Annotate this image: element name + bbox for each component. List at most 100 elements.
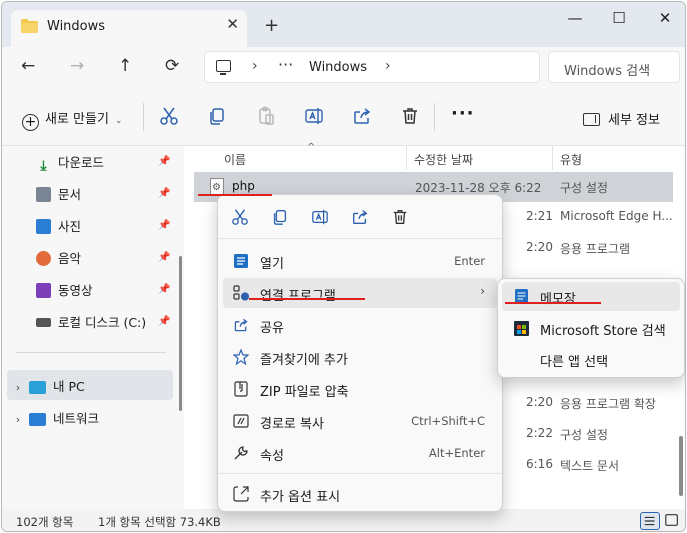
forward-button[interactable]: → — [70, 56, 84, 76]
details-view-button[interactable] — [640, 512, 660, 530]
up-button[interactable]: ↑ — [118, 56, 132, 76]
breadcrumb-windows[interactable]: Windows — [309, 60, 367, 75]
chevron-down-icon: ⌄ — [114, 116, 123, 126]
sidebar-item-label: 다운로드 — [58, 155, 105, 170]
sort-ascending-icon: ^ — [307, 142, 316, 153]
breadcrumb-more-button[interactable]: ··· — [278, 55, 293, 74]
menu-item-label: 열기 — [260, 257, 284, 272]
menu-item-shortcut: Enter — [454, 254, 485, 268]
tiles-view-button[interactable] — [663, 512, 683, 530]
search-input[interactable]: Windows 검색 — [564, 60, 650, 79]
sidebar-item-music[interactable]: 음악 — [36, 248, 81, 272]
column-header-date[interactable]: 수정한 날짜 — [414, 151, 473, 168]
back-button[interactable]: ← — [21, 56, 35, 76]
more-options-button[interactable]: ··· — [451, 103, 475, 124]
maximize-button[interactable]: ☐ — [604, 9, 634, 27]
network-icon — [29, 413, 46, 426]
sidebar-item-downloads[interactable]: ⤓ 다운로드 — [36, 152, 104, 176]
annotation-underline — [249, 298, 365, 300]
document-icon — [36, 187, 51, 202]
column-header-type[interactable]: 유형 — [560, 151, 582, 168]
menu-item-properties[interactable]: 속성 Alt+Enter — [223, 438, 497, 468]
delete-icon[interactable] — [391, 208, 409, 226]
submenu-item-store-search[interactable]: Microsoft Store 검색 — [502, 314, 680, 343]
sidebar-item-videos[interactable]: 동영상 — [36, 280, 93, 304]
rename-icon[interactable] — [304, 106, 324, 126]
cut-icon[interactable] — [159, 106, 179, 126]
share-icon[interactable] — [352, 106, 372, 126]
command-bar: + 새로 만들기 ⌄ ··· 세부 정보 — [2, 89, 685, 146]
sidebar-item-this-pc[interactable]: › 내 PC — [7, 370, 173, 400]
menu-item-add-favorites[interactable]: 즐겨찾기에 추가 — [223, 342, 497, 372]
pc-icon — [216, 60, 231, 75]
menu-item-open-with[interactable]: 연결 프로그램 › — [223, 278, 497, 308]
download-icon: ⤓ — [40, 158, 47, 174]
sidebar-item-label: 로컬 디스크 (C:) — [58, 315, 147, 330]
chevron-right-icon[interactable]: › — [7, 413, 29, 426]
sidebar-item-local-disk[interactable]: 로컬 디스크 (C:) — [36, 312, 146, 336]
menu-item-show-more-options[interactable]: 추가 옵션 표시 — [223, 479, 497, 509]
share-icon[interactable] — [351, 208, 369, 226]
sidebar-item-documents[interactable]: 문서 — [36, 184, 81, 208]
address-bar[interactable]: › ··· Windows › — [204, 51, 540, 83]
zip-icon — [233, 381, 249, 397]
breadcrumb-chevron-icon[interactable]: › — [385, 58, 391, 74]
file-type: 응용 프로그램 확장 — [560, 397, 656, 411]
menu-item-label: 즐겨찾기에 추가 — [260, 353, 348, 368]
properties-icon — [233, 445, 249, 461]
tab-close-icon[interactable]: ✕ — [226, 15, 239, 33]
search-box[interactable]: Windows 검색 — [548, 51, 680, 83]
file-list-scrollbar[interactable] — [679, 436, 683, 496]
submenu-item-label: 다른 앱 선택 — [540, 355, 609, 370]
details-pane-icon — [583, 113, 600, 126]
menu-item-share[interactable]: 공유 — [223, 310, 497, 340]
sidebar-item-label: 네트워크 — [53, 411, 100, 426]
submenu-item-notepad[interactable]: 메모장 — [502, 282, 680, 311]
cut-icon[interactable] — [231, 208, 249, 226]
sidebar-item-label: 문서 — [58, 187, 82, 202]
sidebar-item-label: 동영상 — [58, 283, 93, 298]
sidebar-item-network[interactable]: › 네트워크 — [7, 408, 99, 432]
details-pane-button[interactable]: 세부 정보 — [583, 109, 660, 128]
pc-icon — [29, 381, 46, 394]
sidebar-item-pictures[interactable]: 사진 — [36, 216, 81, 240]
annotation-underline — [505, 302, 601, 304]
menu-item-copy-path[interactable]: 경로로 복사 Ctrl+Shift+C — [223, 406, 497, 436]
menu-item-compress-zip[interactable]: ZIP 파일로 압축 — [223, 374, 497, 404]
open-with-icon — [233, 285, 250, 301]
toolbar-divider — [434, 103, 435, 131]
pictures-icon — [36, 219, 51, 234]
context-menu: 열기 Enter 연결 프로그램 › 공유 즐겨찾기에 추가 ZIP 파일로 압… — [217, 194, 503, 512]
menu-item-open[interactable]: 열기 Enter — [223, 246, 497, 276]
menu-item-label: 추가 옵션 표시 — [260, 490, 341, 505]
annotation-underline — [198, 194, 272, 196]
paste-icon[interactable] — [256, 106, 276, 126]
chevron-right-icon[interactable]: › — [7, 381, 29, 394]
minimize-button[interactable]: — — [560, 9, 590, 27]
context-quick-actions — [218, 195, 502, 239]
file-type: 텍스트 문서 — [560, 459, 620, 473]
sidebar-item-label: 사진 — [58, 219, 82, 234]
column-header-name[interactable]: 이름 — [224, 151, 246, 168]
refresh-button[interactable]: ⟳ — [165, 56, 179, 76]
new-tab-button[interactable]: + — [264, 15, 279, 36]
pin-icon: 📌 — [158, 316, 171, 327]
rename-icon[interactable] — [311, 208, 329, 226]
sidebar-scrollbar[interactable] — [179, 256, 182, 411]
sidebar-divider — [16, 352, 166, 353]
tab-title: Windows — [47, 19, 106, 34]
column-divider[interactable] — [552, 146, 553, 170]
copy-icon[interactable] — [271, 208, 289, 226]
chevron-right-icon: › — [480, 284, 485, 298]
tab-windows[interactable]: Windows ✕ — [11, 10, 247, 47]
close-window-button[interactable]: ✕ — [650, 9, 680, 27]
new-item-button[interactable]: + 새로 만들기 ⌄ — [22, 108, 122, 131]
video-icon — [36, 283, 51, 298]
delete-icon[interactable] — [400, 106, 420, 126]
submenu-item-choose-another-app[interactable]: 다른 앱 선택 — [502, 345, 680, 374]
pin-icon: 📌 — [158, 284, 171, 295]
column-divider[interactable] — [406, 146, 407, 170]
pin-icon: 📌 — [158, 220, 171, 231]
file-name: php — [232, 179, 255, 193]
copy-icon[interactable] — [207, 106, 227, 126]
